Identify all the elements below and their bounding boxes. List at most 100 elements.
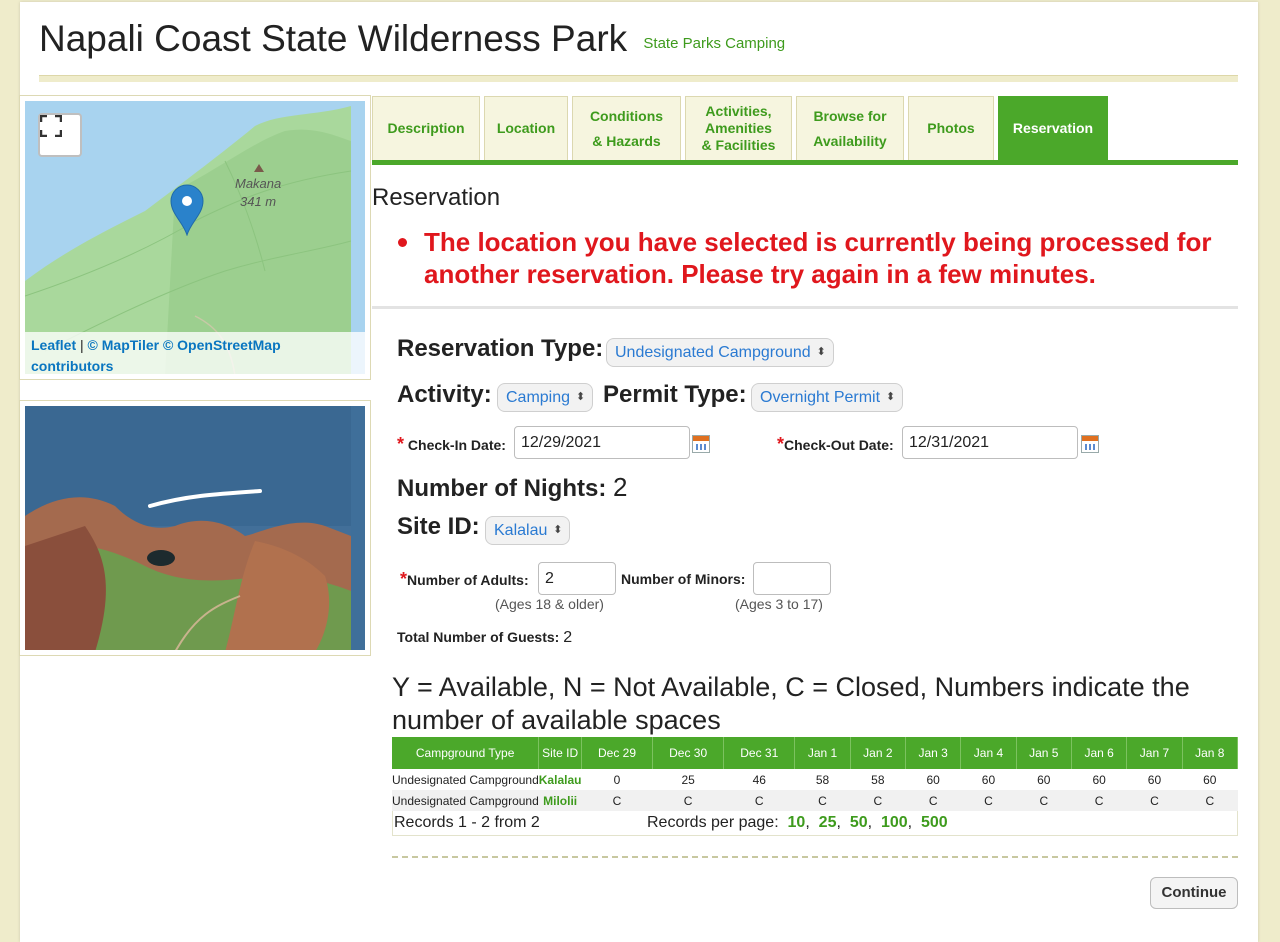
availability-cell[interactable]: 25: [653, 769, 724, 790]
per-page-option-50[interactable]: 50: [850, 814, 868, 831]
table-header-row: Campground Type Site ID Dec 29 Dec 30 De…: [392, 737, 1239, 769]
availability-cell[interactable]: 58: [795, 769, 850, 790]
site-id-label: Site ID:: [397, 513, 480, 540]
total-guests-value: 2: [563, 629, 573, 646]
minors-input[interactable]: [753, 562, 831, 595]
leaflet-link[interactable]: Leaflet: [31, 337, 76, 353]
fullscreen-button[interactable]: [38, 113, 82, 157]
per-page-option-100[interactable]: 100: [881, 814, 908, 831]
availability-cell: C: [905, 790, 961, 811]
availability-cell[interactable]: 60: [1127, 769, 1182, 790]
peak-elevation: 341 m: [240, 194, 277, 209]
availability-cell[interactable]: 60: [1071, 769, 1126, 790]
per-page-option-25[interactable]: 25: [819, 814, 837, 831]
availability-cell: C: [1126, 790, 1183, 811]
column-header: Dec 31: [723, 737, 796, 769]
per-page-label: Records per page:: [647, 814, 779, 831]
checkin-label: * Check-In Date:: [397, 434, 506, 454]
minors-label: Number of Minors:: [621, 571, 746, 587]
availability-legend: Y = Available, N = Not Available, C = Cl…: [392, 672, 1190, 735]
availability-cell[interactable]: 60: [961, 769, 1016, 790]
tab-underline: [372, 160, 1238, 165]
page-title: Napali Coast State Wilderness Park State…: [39, 18, 785, 60]
select-chevron-icon: ⬍: [575, 391, 586, 403]
availability-cell[interactable]: 60: [1182, 769, 1237, 790]
adults-input[interactable]: 2: [538, 562, 616, 595]
availability-cell: C: [1016, 790, 1072, 811]
activity-select[interactable]: Camping ⬍: [497, 383, 594, 412]
campground-type-cell: Undesignated Campground: [392, 772, 539, 787]
tab-location[interactable]: Location: [484, 96, 568, 160]
availability-cell[interactable]: 46: [724, 769, 795, 790]
select-chevron-icon: ⬍: [816, 346, 826, 358]
availability-cell[interactable]: 58: [850, 769, 905, 790]
tab-bar: Description Location Conditions & Hazard…: [372, 96, 1108, 160]
map[interactable]: Makana 341 m Leaflet | © MapTiler © Open…: [25, 101, 365, 374]
availability-cell[interactable]: 60: [905, 769, 960, 790]
reservation-type-select[interactable]: Undesignated Campground ⬍: [606, 338, 834, 367]
maptiler-osm-link[interactable]: © MapTiler © OpenStreetMap: [88, 337, 281, 353]
nights-value: 2: [613, 472, 628, 502]
checkin-calendar-icon[interactable]: [692, 435, 710, 453]
peak-icon: [254, 164, 264, 172]
table-row: Undesignated Campground Milolii C C C C …: [392, 790, 1238, 811]
tab-photos[interactable]: Photos: [908, 96, 994, 160]
park-photo-frame: [19, 400, 371, 656]
checkout-label: *Check-Out Date:: [777, 434, 894, 454]
site-subtitle-link[interactable]: State Parks Camping: [643, 35, 785, 52]
tab-conditions-hazards[interactable]: Conditions & Hazards: [572, 96, 681, 160]
site-id-link[interactable]: Kalalau: [539, 769, 582, 790]
error-message: The location you have selected is curren…: [398, 226, 1243, 290]
tab-reservation[interactable]: Reservation: [998, 96, 1108, 160]
site-id-link[interactable]: Milolii: [538, 790, 582, 811]
table-row: Undesignated Campground Kalalau 0 25 46 …: [392, 769, 1238, 790]
availability-table: Campground Type Site ID Dec 29 Dec 30 De…: [392, 737, 1239, 811]
osm-contributors-link[interactable]: contributors: [31, 358, 113, 374]
adults-label: *Number of Adults:: [400, 569, 529, 589]
required-marker: *: [400, 569, 408, 589]
park-photo: [25, 406, 365, 650]
fullscreen-icon: [40, 115, 62, 137]
column-header[interactable]: Site ID: [538, 737, 582, 769]
column-header: Jan 6: [1071, 737, 1128, 769]
peak-name: Makana: [235, 176, 282, 191]
checkout-calendar-icon[interactable]: [1081, 435, 1099, 453]
availability-cell: C: [652, 790, 724, 811]
column-header: Dec 30: [652, 737, 725, 769]
availability-cell[interactable]: 60: [1016, 769, 1071, 790]
section-title: Reservation: [372, 184, 501, 211]
permit-type-select[interactable]: Overnight Permit ⬍: [751, 383, 904, 412]
error-list: The location you have selected is curren…: [398, 226, 1243, 290]
column-header: Dec 29: [581, 737, 654, 769]
continue-button[interactable]: Continue: [1150, 877, 1238, 909]
map-panel: Makana 341 m Leaflet | © MapTiler © Open…: [19, 95, 371, 380]
permit-type-label: Permit Type:: [603, 381, 747, 408]
checkout-date-input[interactable]: 12/31/2021: [902, 426, 1078, 459]
per-page-option-500[interactable]: 500: [921, 814, 948, 831]
tab-activities-amenities[interactable]: Activities, Amenities & Facilities: [685, 96, 792, 160]
table-footer: Records 1 - 2 from 2 Records per page: 1…: [392, 811, 1238, 836]
column-header: Jan 8: [1182, 737, 1239, 769]
column-header: Jan 5: [1016, 737, 1072, 769]
map-attribution: Leaflet | © MapTiler © OpenStreetMap con…: [25, 332, 365, 374]
availability-cell: C: [723, 790, 795, 811]
checkin-date-input[interactable]: 12/29/2021: [514, 426, 690, 459]
availability-cell: C: [1182, 790, 1238, 811]
per-page-option-10[interactable]: 10: [788, 814, 806, 831]
nights-label: Number of Nights: 2: [397, 472, 628, 502]
map-marker-icon[interactable]: [170, 184, 204, 236]
adults-hint: (Ages 18 & older): [495, 596, 604, 612]
column-header[interactable]: Campground Type: [392, 737, 540, 769]
availability-cell: C: [960, 790, 1017, 811]
records-count: Records 1 - 2 from 2: [394, 814, 540, 831]
tab-description[interactable]: Description: [372, 96, 480, 160]
reservation-type-label: Reservation Type:: [397, 335, 604, 362]
availability-cell: C: [1071, 790, 1127, 811]
column-header: Jan 7: [1126, 737, 1183, 769]
availability-cell: C: [581, 790, 653, 811]
park-name: Napali Coast State Wilderness Park: [39, 18, 628, 59]
availability-cell[interactable]: 0: [581, 769, 652, 790]
site-id-select[interactable]: Kalalau ⬍: [485, 516, 571, 545]
tab-browse-availability[interactable]: Browse for Availability: [796, 96, 904, 160]
required-marker: *: [397, 434, 405, 454]
